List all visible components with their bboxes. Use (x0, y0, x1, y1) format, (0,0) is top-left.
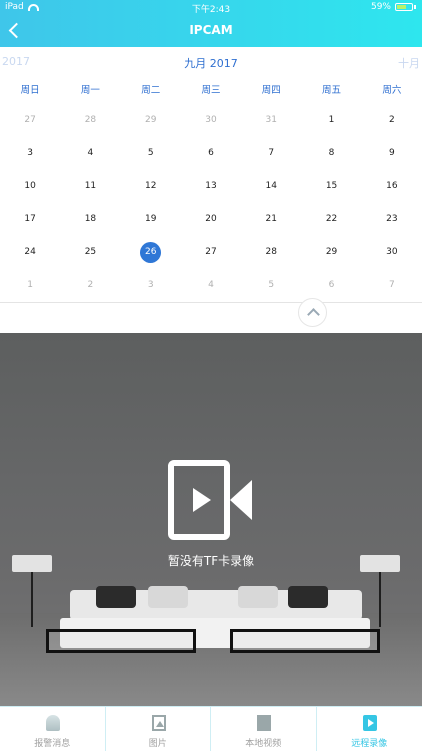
calendar-day[interactable]: 27 (0, 104, 60, 137)
calendar-day[interactable]: 30 (362, 236, 422, 269)
weekday-label: 周一 (60, 82, 120, 98)
lamp-pole-left (31, 572, 33, 627)
calendar-week: 3 4 5 6 7 8 9 (0, 137, 422, 170)
calendar-day[interactable]: 29 (301, 236, 361, 269)
calendar-day[interactable]: 12 (121, 170, 181, 203)
calendar-day[interactable]: 7 (241, 137, 301, 170)
battery-percent: 59% (371, 2, 391, 12)
tab-remote-recording[interactable]: 远程录像 (317, 707, 422, 751)
calendar-day[interactable]: 21 (241, 203, 301, 236)
tab-local-video[interactable]: 本地视频 (211, 707, 317, 751)
calendar-day[interactable]: 1 (301, 104, 361, 137)
calendar-day[interactable]: 7 (362, 269, 422, 302)
status-time: 下午2:43 (0, 2, 422, 15)
page-title: IPCAM (0, 23, 422, 37)
calendar-day[interactable]: 18 (60, 203, 120, 236)
calendar-day[interactable]: 4 (60, 137, 120, 170)
calendar-week: 27 28 29 30 31 1 2 (0, 104, 422, 137)
weekday-label: 周日 (0, 82, 60, 98)
calendar-day[interactable]: 3 (121, 269, 181, 302)
calendar-week: 24 25 26 27 28 29 30 (0, 236, 422, 269)
calendar-day[interactable]: 14 (241, 170, 301, 203)
calendar-day[interactable]: 24 (0, 236, 60, 269)
calendar-day[interactable]: 23 (362, 203, 422, 236)
calendar-day[interactable]: 8 (301, 137, 361, 170)
calendar-day[interactable]: 19 (121, 203, 181, 236)
film-icon (257, 715, 271, 731)
calendar-day[interactable]: 4 (181, 269, 241, 302)
weekday-header: 周日 周一 周二 周三 周四 周五 周六 (0, 82, 422, 98)
calendar-day[interactable]: 16 (362, 170, 422, 203)
remote-video-icon (363, 715, 377, 731)
weekday-label: 周六 (362, 82, 422, 98)
calendar-day[interactable]: 5 (121, 137, 181, 170)
calendar-day[interactable]: 10 (0, 170, 60, 203)
tab-bar: 报警消息 图片 本地视频 远程录像 (0, 706, 422, 750)
lamp-pole-right (379, 572, 381, 627)
selected-day-label: 26 (140, 242, 161, 263)
empty-state-message: 暂没有TF卡录像 (0, 552, 422, 569)
picture-icon (152, 715, 166, 731)
empty-state: 暂没有TF卡录像 (0, 458, 422, 569)
video-camera-icon (168, 458, 254, 544)
calendar-day[interactable]: 3 (0, 137, 60, 170)
calendar: 2017 九月 2017 十月 周日 周一 周二 周三 周四 周五 周六 27 … (0, 47, 422, 304)
tab-label: 报警消息 (0, 736, 105, 749)
collapse-calendar-button[interactable] (298, 298, 327, 327)
calendar-day[interactable]: 17 (0, 203, 60, 236)
calendar-day[interactable]: 6 (181, 137, 241, 170)
calendar-week: 17 18 19 20 21 22 23 (0, 203, 422, 236)
tab-label: 图片 (106, 736, 211, 749)
weekday-label: 周三 (181, 82, 241, 98)
calendar-day[interactable]: 2 (362, 104, 422, 137)
calendar-day[interactable]: 13 (181, 170, 241, 203)
tab-label: 远程录像 (317, 736, 422, 749)
calendar-week: 1 2 3 4 5 6 7 (0, 269, 422, 302)
calendar-day[interactable]: 15 (301, 170, 361, 203)
calendar-day[interactable]: 22 (301, 203, 361, 236)
weekday-label: 周五 (301, 82, 361, 98)
calendar-day[interactable]: 27 (181, 236, 241, 269)
tab-pictures[interactable]: 图片 (106, 707, 212, 751)
tab-label: 本地视频 (211, 736, 316, 749)
next-month-label[interactable]: 十月 (398, 55, 420, 71)
bell-icon (46, 715, 60, 731)
battery-icon (395, 3, 413, 11)
calendar-week: 10 11 12 13 14 15 16 (0, 170, 422, 203)
status-bar: iPad 下午2:43 59% (0, 0, 422, 16)
top-bar: iPad 下午2:43 59% IPCAM (0, 0, 422, 47)
calendar-day[interactable]: 29 (121, 104, 181, 137)
current-month-label: 九月 2017 (0, 55, 422, 71)
calendar-day[interactable]: 28 (241, 236, 301, 269)
calendar-day[interactable]: 20 (181, 203, 241, 236)
calendar-day[interactable]: 9 (362, 137, 422, 170)
recording-view: 暂没有TF卡录像 (0, 333, 422, 706)
tab-alarm-messages[interactable]: 报警消息 (0, 707, 106, 751)
calendar-day[interactable]: 28 (60, 104, 120, 137)
coffee-table-left (46, 629, 196, 653)
calendar-day-selected[interactable]: 26 (121, 236, 181, 269)
weekday-label: 周二 (121, 82, 181, 98)
calendar-day[interactable]: 1 (0, 269, 60, 302)
calendar-grid: 27 28 29 30 31 1 2 3 4 5 6 7 8 9 10 11 1… (0, 104, 422, 302)
calendar-day[interactable]: 5 (241, 269, 301, 302)
calendar-day[interactable]: 2 (60, 269, 120, 302)
calendar-day[interactable]: 25 (60, 236, 120, 269)
calendar-day[interactable]: 11 (60, 170, 120, 203)
coffee-table-right (230, 629, 380, 653)
weekday-label: 周四 (241, 82, 301, 98)
calendar-day[interactable]: 30 (181, 104, 241, 137)
navigation-bar: IPCAM (0, 16, 422, 47)
calendar-day[interactable]: 31 (241, 104, 301, 137)
calendar-divider (0, 302, 422, 303)
